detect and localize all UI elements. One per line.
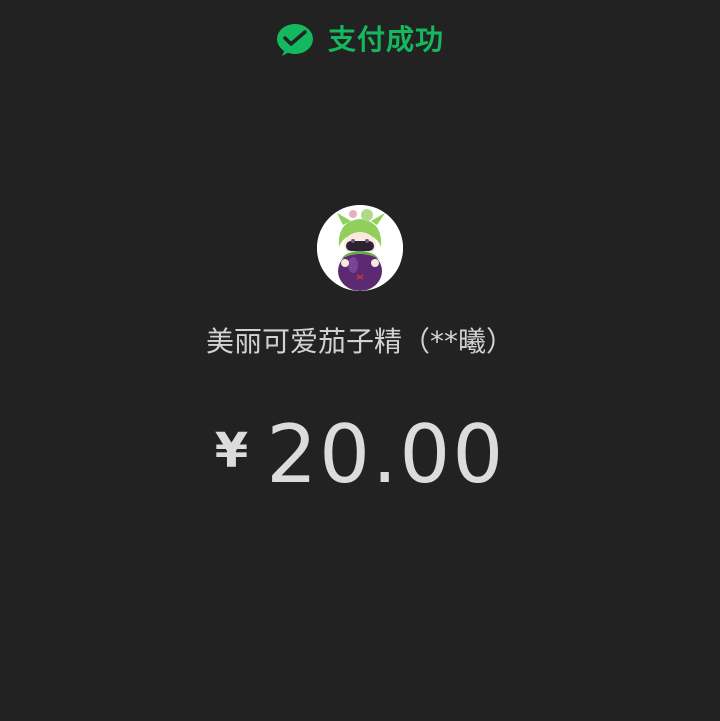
- eggplant-avatar-image: [317, 205, 403, 291]
- avatar: [317, 205, 403, 291]
- payment-status-header: 支付成功: [0, 18, 720, 62]
- payment-amount: ¥ 20.00: [0, 410, 720, 500]
- payment-success-title: 支付成功: [327, 23, 444, 56]
- amount-value: 20.00: [266, 408, 506, 501]
- currency-symbol: ¥: [214, 423, 249, 479]
- wechat-pay-icon: [276, 24, 313, 56]
- payee-name: 美丽可爱茄子精（**曦）: [205, 325, 514, 358]
